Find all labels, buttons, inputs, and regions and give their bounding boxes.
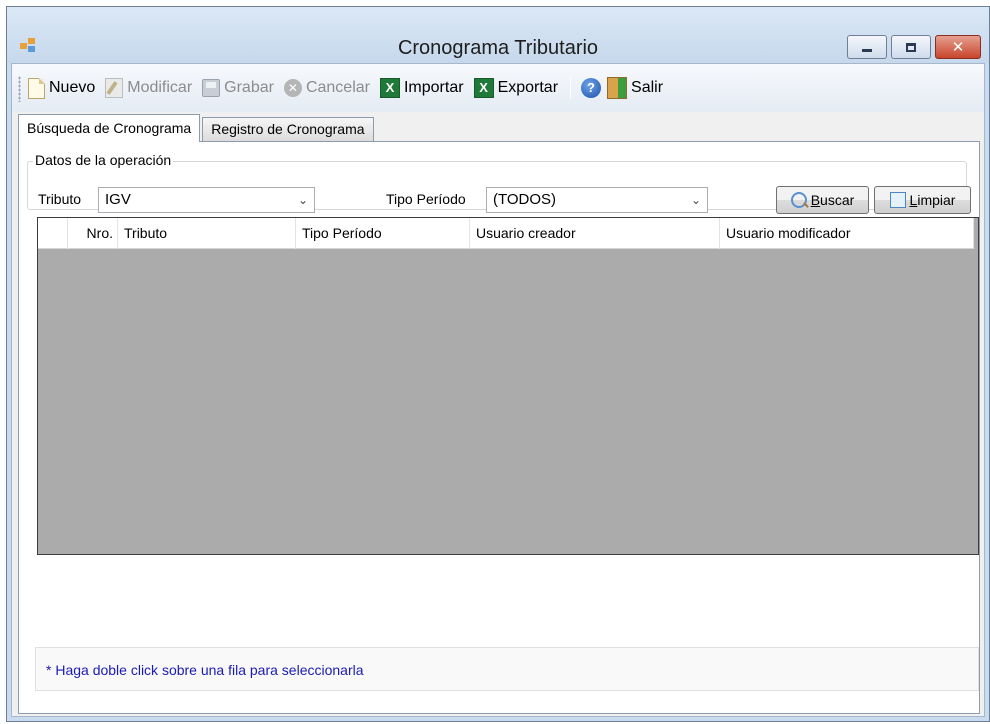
- maximize-button[interactable]: [891, 35, 931, 59]
- buscar-button[interactable]: Buscar: [776, 186, 869, 214]
- limpiar-label: Limpiar: [909, 192, 956, 208]
- excel-icon: X: [473, 78, 494, 98]
- tab-busqueda[interactable]: Búsqueda de Cronograma: [18, 114, 201, 142]
- tab-registro[interactable]: Registro de Cronograma: [202, 117, 374, 141]
- tributo-label: Tributo: [38, 191, 82, 207]
- toolbar: Nuevo Modificar Grabar ✕ Cancelar X Impo…: [12, 64, 984, 112]
- tab-strip: Búsqueda de Cronograma Registro de Crono…: [18, 114, 376, 142]
- cancelar-label: Cancelar: [305, 79, 370, 96]
- window-title: Cronograma Tributario: [397, 37, 599, 59]
- nuevo-label: Nuevo: [49, 79, 96, 96]
- exportar-label: Exportar: [497, 79, 559, 96]
- grabar-button[interactable]: Grabar: [202, 79, 274, 97]
- salir-button[interactable]: Salir: [607, 77, 663, 99]
- excel-icon: X: [379, 78, 400, 98]
- grid-header: Nro. Tributo Tipo Período Usuario creado…: [38, 218, 974, 249]
- results-grid[interactable]: Nro. Tributo Tipo Período Usuario creado…: [37, 217, 979, 555]
- tributo-value: IGV: [105, 191, 131, 208]
- tipo-periodo-label: Tipo Período: [386, 191, 466, 207]
- cancel-icon: ✕: [283, 79, 302, 97]
- main-window: Cronograma Tributario ✕ Nuevo Modificar: [6, 6, 990, 722]
- exportar-button[interactable]: X Exportar: [473, 78, 559, 98]
- grabar-label: Grabar: [224, 79, 274, 96]
- exit-icon: [607, 77, 628, 99]
- column-nro[interactable]: Nro.: [68, 218, 118, 249]
- edit-icon: [105, 78, 124, 98]
- hint-text: * Haga doble click sobre una fila para s…: [46, 662, 364, 678]
- tributo-select[interactable]: IGV ⌄: [98, 187, 315, 213]
- chevron-down-icon[interactable]: ⌄: [298, 188, 308, 212]
- hint-panel: * Haga doble click sobre una fila para s…: [35, 647, 979, 691]
- chevron-down-icon[interactable]: ⌄: [691, 188, 701, 212]
- modificar-label: Modificar: [127, 79, 193, 96]
- close-button[interactable]: ✕: [935, 35, 981, 59]
- tipo-periodo-select[interactable]: (TODOS) ⌄: [486, 187, 708, 213]
- column-tipo-periodo[interactable]: Tipo Período: [296, 218, 470, 249]
- new-document-icon: [28, 77, 45, 99]
- toolbar-grip[interactable]: [18, 76, 21, 102]
- search-icon: [790, 192, 807, 208]
- column-usuario-modificador[interactable]: Usuario modificador: [720, 218, 974, 249]
- window-controls: ✕: [847, 35, 981, 59]
- toolbar-separator: [570, 77, 572, 99]
- column-tributo[interactable]: Tributo: [118, 218, 296, 249]
- maximize-icon: [906, 42, 916, 52]
- limpiar-button[interactable]: Limpiar: [874, 186, 971, 214]
- save-icon: [202, 79, 221, 97]
- importar-label: Importar: [403, 79, 464, 96]
- clear-icon: [889, 192, 906, 208]
- row-header-corner[interactable]: [38, 218, 68, 249]
- buscar-label: Buscar: [810, 192, 855, 208]
- modificar-button[interactable]: Modificar: [105, 78, 192, 98]
- cancelar-button[interactable]: ✕ Cancelar: [283, 79, 370, 97]
- group-title: Datos de la operación: [33, 152, 174, 168]
- minimize-button[interactable]: [847, 35, 887, 59]
- help-button[interactable]: ?: [581, 78, 602, 98]
- client-area: Nuevo Modificar Grabar ✕ Cancelar X Impo…: [11, 63, 985, 717]
- nuevo-button[interactable]: Nuevo: [28, 77, 96, 99]
- column-usuario-creador[interactable]: Usuario creador: [470, 218, 720, 249]
- importar-button[interactable]: X Importar: [379, 78, 464, 98]
- salir-label: Salir: [631, 79, 664, 96]
- minimize-icon: [862, 48, 872, 52]
- close-icon: ✕: [951, 38, 965, 56]
- title-bar[interactable]: Cronograma Tributario ✕: [7, 7, 989, 63]
- tab-page-busqueda: Datos de la operación Tributo IGV ⌄ Tipo…: [18, 141, 980, 714]
- help-icon: ?: [581, 78, 602, 98]
- tipo-periodo-value: (TODOS): [493, 191, 557, 208]
